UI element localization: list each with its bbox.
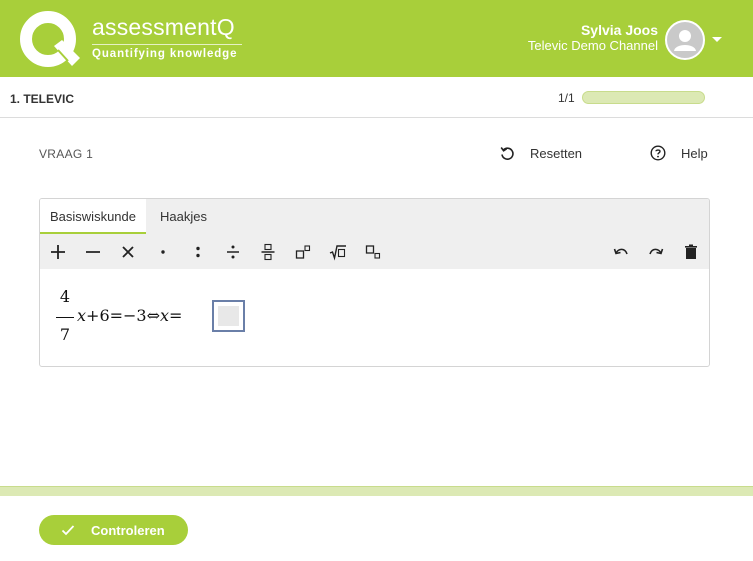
redo-button[interactable] (645, 241, 667, 263)
logo-q-icon (20, 11, 80, 67)
section-bar: 1. TELEVIC 1/1 (0, 77, 753, 118)
brand-name: assessmentQ (92, 14, 235, 40)
help-button[interactable]: Help (650, 144, 708, 162)
sqrt-icon (329, 245, 346, 261)
fraction-icon (261, 243, 275, 261)
reset-button[interactable]: Resetten (499, 144, 582, 162)
delete-button[interactable] (680, 241, 702, 263)
help-icon (650, 145, 666, 161)
redo-icon (649, 248, 664, 255)
expression-part: +6=−3⇔ (86, 306, 161, 325)
fraction-button[interactable] (257, 241, 279, 263)
reset-label: Resetten (530, 145, 583, 161)
checkmark-icon (61, 525, 75, 536)
expression-equals: = (169, 306, 183, 325)
subscript-icon (365, 245, 381, 259)
fraction-bar (56, 317, 74, 318)
variable-x: x (77, 306, 87, 325)
reset-icon (500, 147, 514, 160)
check-label: Controleren (91, 523, 165, 538)
undo-button[interactable] (610, 241, 632, 263)
undo-icon (613, 248, 628, 255)
dot-button[interactable] (152, 241, 174, 263)
section-title: 1. TELEVIC (10, 92, 75, 106)
trash-icon (685, 244, 697, 259)
user-channel: Televic Demo Channel (527, 38, 658, 53)
user-name: Sylvia Joos (580, 22, 658, 38)
power-button[interactable] (292, 241, 314, 263)
tab-haakjes[interactable]: Haakjes (150, 199, 217, 234)
editor-toolbar: Basiswiskunde Haakjes (40, 199, 709, 269)
app-header: assessmentQ Quantifying knowledge Sylvia… (0, 0, 753, 77)
avatar[interactable] (665, 20, 705, 60)
colon-button[interactable] (187, 241, 209, 263)
times-button[interactable] (117, 241, 139, 263)
expression-body: x+6=−3⇔x= (77, 306, 182, 325)
progress-bar (582, 91, 705, 104)
plus-button[interactable] (47, 241, 69, 263)
user-icon (674, 30, 696, 51)
check-button[interactable]: Controleren (39, 515, 188, 545)
minus-button[interactable] (82, 241, 104, 263)
minus-icon (86, 251, 100, 253)
fraction-denominator: 7 (59, 325, 71, 344)
sqrt-button[interactable] (327, 241, 349, 263)
divide-icon (227, 245, 239, 259)
variable-x: x (160, 306, 170, 325)
colon-icon (196, 246, 200, 258)
footer-divider (0, 486, 753, 496)
answer-input[interactable] (212, 300, 245, 332)
plus-icon (51, 245, 65, 259)
dot-icon (161, 250, 165, 254)
user-menu-chevron-down-icon[interactable] (712, 37, 722, 42)
brand-tagline: Quantifying knowledge (92, 48, 238, 60)
fraction-numerator: 4 (59, 287, 71, 306)
subscript-button[interactable] (362, 241, 384, 263)
page-count: 1/1 (558, 91, 575, 105)
brand-divider (92, 44, 242, 45)
math-editor: Basiswiskunde Haakjes 4 7 x+6=−3⇔x= (39, 198, 710, 367)
power-icon (295, 245, 311, 259)
answer-placeholder (218, 306, 239, 326)
question-label: VRAAG 1 (39, 147, 94, 161)
divide-button[interactable] (222, 241, 244, 263)
help-label: Help (681, 145, 708, 161)
tab-basiswiskunde[interactable]: Basiswiskunde (40, 199, 146, 234)
times-icon (122, 246, 134, 258)
